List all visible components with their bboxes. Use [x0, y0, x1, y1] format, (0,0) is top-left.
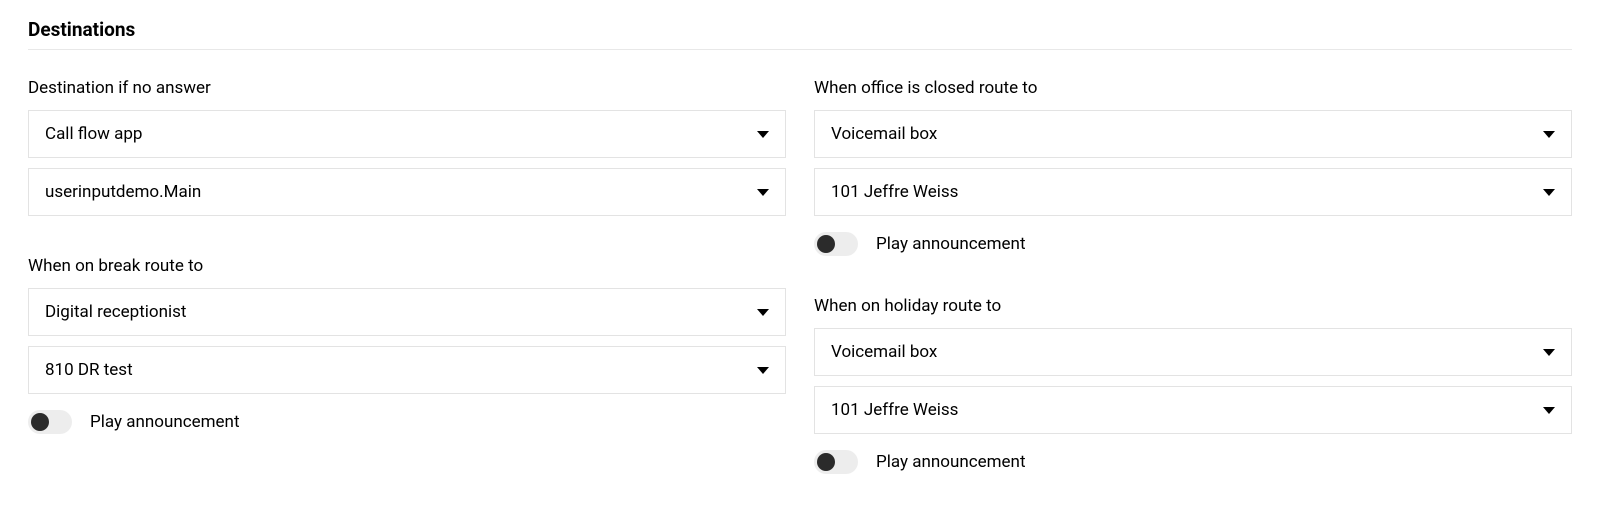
chevron-down-icon	[757, 367, 769, 374]
toggle-knob	[31, 413, 49, 431]
select-value: 101 Jeffre Weiss	[831, 182, 958, 202]
select-value: Call flow app	[45, 124, 142, 144]
toggle-label-office-closed: Play announcement	[876, 234, 1026, 254]
toggle-on-break-announcement[interactable]	[28, 410, 72, 434]
select-office-closed-target[interactable]: 101 Jeffre Weiss	[814, 168, 1572, 216]
column-right: When office is closed route to Voicemail…	[814, 78, 1572, 514]
select-on-break-type[interactable]: Digital receptionist	[28, 288, 786, 336]
chevron-down-icon	[1543, 131, 1555, 138]
toggle-knob	[817, 235, 835, 253]
select-value: 101 Jeffre Weiss	[831, 400, 958, 420]
select-on-holiday-target[interactable]: 101 Jeffre Weiss	[814, 386, 1572, 434]
toggle-on-holiday-announcement[interactable]	[814, 450, 858, 474]
select-no-answer-type[interactable]: Call flow app	[28, 110, 786, 158]
field-on-holiday: When on holiday route to Voicemail box 1…	[814, 296, 1572, 474]
select-office-closed-type[interactable]: Voicemail box	[814, 110, 1572, 158]
select-no-answer-target[interactable]: userinputdemo.Main	[28, 168, 786, 216]
field-office-closed: When office is closed route to Voicemail…	[814, 78, 1572, 256]
select-value: 810 DR test	[45, 360, 133, 380]
select-value: userinputdemo.Main	[45, 182, 201, 202]
label-office-closed: When office is closed route to	[814, 78, 1572, 98]
toggle-label-on-holiday: Play announcement	[876, 452, 1026, 472]
select-value: Voicemail box	[831, 124, 937, 144]
column-left: Destination if no answer Call flow app u…	[28, 78, 786, 514]
chevron-down-icon	[757, 131, 769, 138]
chevron-down-icon	[1543, 407, 1555, 414]
chevron-down-icon	[1543, 349, 1555, 356]
toggle-office-closed-announcement[interactable]	[814, 232, 858, 256]
toggle-label-on-break: Play announcement	[90, 412, 240, 432]
chevron-down-icon	[757, 189, 769, 196]
field-on-break: When on break route to Digital reception…	[28, 256, 786, 434]
select-value: Digital receptionist	[45, 302, 186, 322]
label-on-break: When on break route to	[28, 256, 786, 276]
select-value: Voicemail box	[831, 342, 937, 362]
select-on-break-target[interactable]: 810 DR test	[28, 346, 786, 394]
label-no-answer: Destination if no answer	[28, 78, 786, 98]
chevron-down-icon	[757, 309, 769, 316]
section-title-destinations: Destinations	[28, 18, 1572, 50]
chevron-down-icon	[1543, 189, 1555, 196]
toggle-knob	[817, 453, 835, 471]
select-on-holiday-type[interactable]: Voicemail box	[814, 328, 1572, 376]
field-no-answer: Destination if no answer Call flow app u…	[28, 78, 786, 216]
label-on-holiday: When on holiday route to	[814, 296, 1572, 316]
